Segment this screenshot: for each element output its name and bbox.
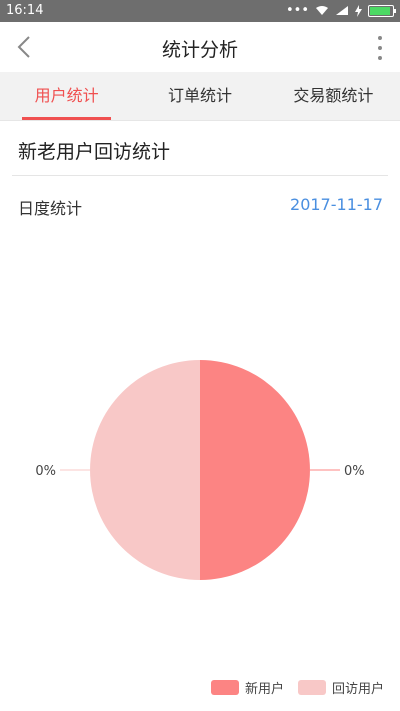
- pie-slice-new-user: [200, 360, 310, 580]
- signal-icon: [336, 6, 348, 15]
- title-bar: 统计分析: [0, 22, 400, 72]
- chart-legend: 新用户 回访用户: [210, 678, 384, 697]
- pie-data-label: 0%: [344, 464, 365, 479]
- section-title: 新老用户回访统计: [18, 141, 171, 163]
- legend-label-new-user: 新用户: [244, 682, 284, 697]
- more-options-icon[interactable]: [374, 36, 386, 60]
- legend-item-new-user: 新用户: [210, 678, 284, 697]
- period-label: 日度统计: [18, 199, 83, 218]
- legend-item-return-user: 回访用户: [297, 678, 384, 697]
- battery-icon: [368, 4, 396, 17]
- charging-icon: [355, 4, 362, 17]
- tab-bar: 用户统计 订单统计 交易额统计: [0, 72, 400, 121]
- date-picker[interactable]: 2017-11-17: [290, 195, 383, 214]
- wifi-icon: [316, 6, 328, 15]
- tab-user-stats[interactable]: 用户统计: [0, 72, 133, 120]
- legend-swatch-new-user: [210, 680, 239, 695]
- tab-order-stats[interactable]: 订单统计: [133, 72, 266, 120]
- tab-transaction-stats[interactable]: 交易额统计: [267, 72, 400, 120]
- more-notifications-icon: •••: [285, 3, 309, 18]
- pie-chart: 0% 0%: [35, 360, 365, 580]
- status-bar: 16:14 •••: [0, 0, 400, 22]
- divider: [12, 175, 388, 176]
- pie-data-label: 0%: [35, 464, 56, 479]
- legend-label-return-user: 回访用户: [331, 682, 384, 697]
- status-time: 16:14: [6, 3, 44, 18]
- legend-swatch-return-user: [297, 680, 326, 695]
- pie-slice-return-user: [90, 360, 200, 580]
- page-title: 统计分析: [161, 39, 238, 61]
- status-icons: •••: [285, 3, 396, 18]
